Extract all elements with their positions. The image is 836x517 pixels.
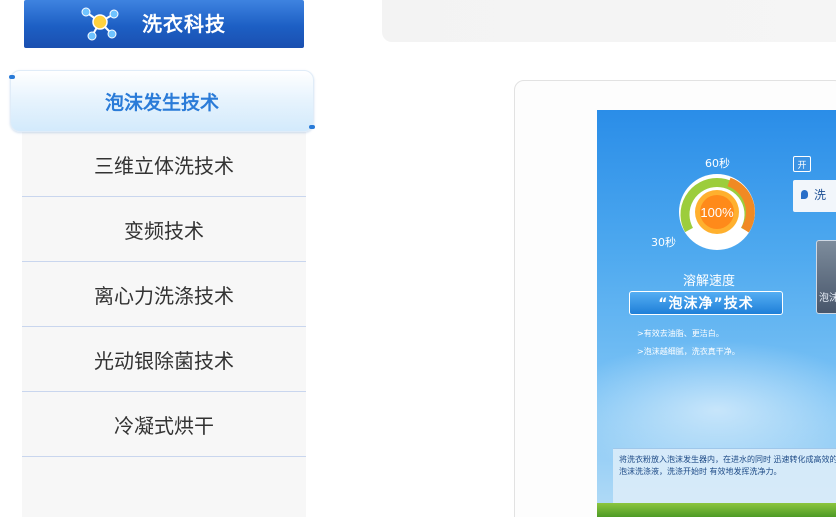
gauge-value: 100% [700,205,734,220]
foam-generator-device: 泡沫 [816,240,836,314]
wash-chip-label: 洗 [814,188,827,202]
sidebar-nav: 泡沫发生技术 三维立体洗技术 变频技术 离心力洗涤技术 光动银除菌技术 冷凝式烘… [9,70,315,517]
sidebar-item-silver-ion[interactable]: 光动银除菌技术 [22,327,306,392]
promo-caption: 将洗衣粉放入泡沫发生器内，在进水的同时 迅速转化成高效的微泡沫洗涤液，洗涤开始时… [613,448,836,508]
sidebar-item-foam-tech[interactable]: 泡沫发生技术 [9,70,315,132]
sidebar-item-inverter[interactable]: 变频技术 [22,197,306,262]
grass-strip [597,503,836,517]
sidebar: 洗衣科技 泡沫发生技术 三维立体洗技术 变频技术 离心力洗涤技术 光动银除菌技术… [0,0,320,517]
sidebar-empty-space [22,457,306,517]
promo-image: 60秒 100% 30秒 溶解速度 “泡沫净”技术 >有效去油脂、更洁白。 >泡… [597,110,836,517]
sidebar-item-3d-wash[interactable]: 三维立体洗技术 [22,132,306,197]
sidebar-item-centrifugal[interactable]: 离心力洗涤技术 [22,262,306,327]
dissolve-speed-label: 溶解速度 [683,274,736,289]
speed-gauge: 100% [679,174,755,250]
wash-chip: 洗 [793,180,836,212]
feature-bullet-1: >有效去油脂、更洁白。 [637,329,724,338]
molecule-icon [81,7,119,41]
sidebar-item-condensing-dry[interactable]: 冷凝式烘干 [22,392,306,457]
feature-bullet-2: >泡沫越细腻，洗衣真干净。 [637,347,740,356]
gauge-max-label: 60秒 [705,157,730,170]
switch-badge: 开 [793,156,811,172]
page: 洗衣科技 泡沫发生技术 三维立体洗技术 变频技术 离心力洗涤技术 光动银除菌技术… [0,0,836,517]
top-bar [382,0,836,42]
foam-tech-banner: “泡沫净”技术 [629,291,783,315]
gauge-min-label: 30秒 [651,236,676,249]
device-label: 泡沫 [819,293,836,304]
sidebar-header: 洗衣科技 [24,0,304,48]
sidebar-title: 洗衣科技 [142,12,226,36]
pin-icon [801,190,808,199]
